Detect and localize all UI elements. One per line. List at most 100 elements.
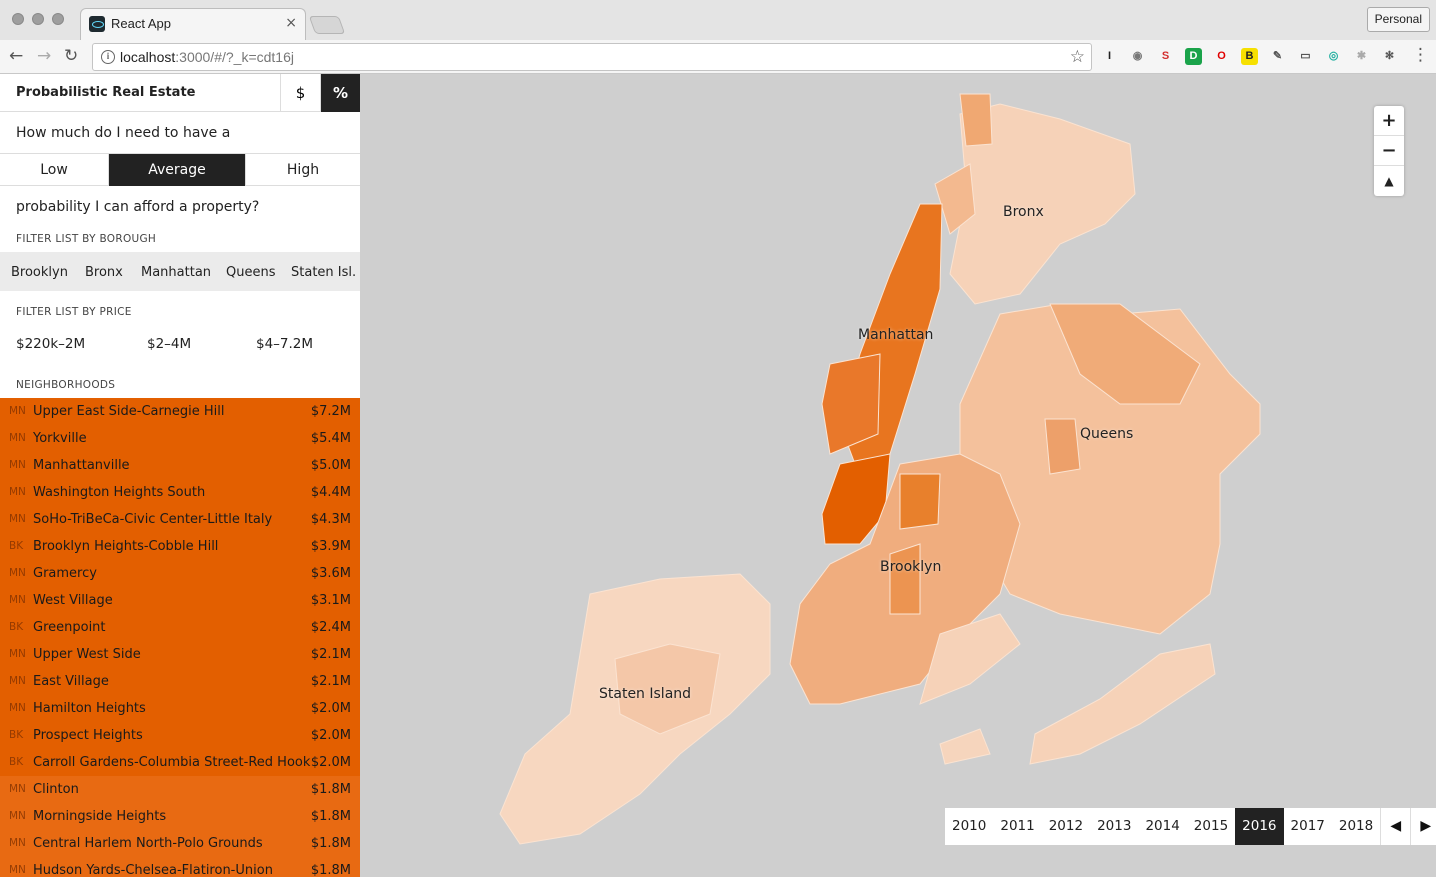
browser-tab[interactable]: React App × (80, 8, 306, 40)
compass-icon[interactable]: ▲ (1374, 166, 1404, 196)
close-window-button[interactable] (12, 13, 24, 25)
address-bar[interactable]: i localhost:3000/#/?_k=cdt16j ☆ (92, 43, 1092, 71)
previous-year-button[interactable]: ◀ (1380, 808, 1410, 845)
maximize-window-button[interactable] (52, 13, 64, 25)
map-region-bronx-north[interactable] (959, 93, 993, 147)
choropleth-map[interactable] (360, 74, 1436, 877)
level-average-button[interactable]: Average (109, 154, 246, 186)
neighborhood-borough: MN (9, 486, 26, 498)
extension-icon[interactable]: S (1157, 48, 1174, 65)
year-button[interactable]: 2014 (1138, 808, 1186, 845)
map-region-jfk[interactable] (939, 728, 991, 765)
extension-icon[interactable]: ◎ (1325, 48, 1342, 65)
neighborhood-row[interactable]: MN SoHo-TriBeCa-Civic Center-Little Italy… (0, 506, 360, 533)
borough-filter-bronx[interactable]: Bronx (85, 265, 123, 280)
sidebar: Probabilistic Real Estate $ % How much d… (0, 74, 360, 877)
reload-icon[interactable]: ↻ (64, 46, 78, 66)
neighborhood-borough: MN (9, 837, 26, 849)
year-button[interactable]: 2016 (1235, 808, 1284, 845)
next-year-button[interactable]: ▶ (1410, 808, 1436, 845)
neighborhood-value: $1.8M (310, 809, 351, 824)
url-text[interactable]: localhost:3000/#/?_k=cdt16j (120, 49, 294, 65)
year-button[interactable]: 2012 (1042, 808, 1090, 845)
profile-button[interactable]: Personal (1366, 7, 1430, 32)
neighborhood-borough: MN (9, 648, 26, 660)
year-button[interactable]: 2017 (1284, 808, 1332, 845)
map-region-brooklyn-north[interactable] (899, 473, 941, 530)
map-region-brooklyn-heights[interactable] (889, 543, 921, 615)
extension-icon[interactable]: I (1101, 48, 1118, 65)
neighborhood-borough: BK (9, 540, 24, 552)
neighborhood-row[interactable]: MN Gramercy $3.6M (0, 560, 360, 587)
back-arrow-icon[interactable]: ← (9, 46, 23, 66)
map-label-bronx: Bronx (1003, 204, 1044, 220)
neighborhood-name: Washington Heights South (33, 485, 206, 500)
price-filter-low[interactable]: $220k–2M (16, 336, 85, 352)
price-filter-high[interactable]: $4–7.2M (256, 336, 313, 352)
year-button[interactable]: 2015 (1187, 808, 1235, 845)
neighborhood-value: $1.8M (310, 782, 351, 797)
level-high-button[interactable]: High (246, 154, 360, 186)
extension-icon[interactable]: O (1213, 48, 1230, 65)
forward-arrow-icon[interactable]: → (37, 46, 51, 66)
neighborhood-row[interactable]: MN West Village $3.1M (0, 587, 360, 614)
year-button[interactable]: 2010 (945, 808, 993, 845)
price-filter-mid[interactable]: $2–4M (147, 336, 191, 352)
extension-icon[interactable]: ▭ (1297, 48, 1314, 65)
extension-icon[interactable]: ✱ (1353, 48, 1370, 65)
borough-filter-manhattan[interactable]: Manhattan (141, 265, 211, 280)
extension-icon[interactable]: ✎ (1269, 48, 1286, 65)
borough-filter-queens[interactable]: Queens (226, 265, 275, 280)
year-button[interactable]: 2018 (1332, 808, 1380, 845)
neighborhood-row[interactable]: MN Hamilton Heights $2.0M (0, 695, 360, 722)
tab-close-icon[interactable]: × (285, 15, 297, 31)
neighborhood-row[interactable]: MN Upper West Side $2.1M (0, 641, 360, 668)
neighborhood-row[interactable]: BK Greenpoint $2.4M (0, 614, 360, 641)
neighborhood-value: $5.0M (310, 458, 351, 473)
neighborhood-row[interactable]: MN Hudson Yards-Chelsea-Flatiron-Union $1.… (0, 857, 360, 877)
borough-filter: Brooklyn Bronx Manhattan Queens Staten I… (0, 252, 360, 291)
info-icon[interactable]: i (101, 50, 115, 64)
extension-icon[interactable]: D (1185, 48, 1202, 65)
neighborhood-row[interactable]: MN Upper East Side-Carnegie Hill $7.2M (0, 398, 360, 425)
browser-toolbar: ← → ↻ i localhost:3000/#/?_k=cdt16j ☆ I ◉… (0, 40, 1436, 74)
neighborhood-row[interactable]: BK Brooklyn Heights-Cobble Hill $3.9M (0, 533, 360, 560)
neighborhood-borough: MN (9, 459, 26, 471)
borough-filter-brooklyn[interactable]: Brooklyn (11, 265, 68, 280)
neighborhood-name: Central Harlem North-Polo Grounds (33, 836, 263, 851)
zoom-controls: + − ▲ (1374, 106, 1404, 196)
extension-icon[interactable]: ◉ (1129, 48, 1146, 65)
app-header: Probabilistic Real Estate $ % (0, 74, 360, 112)
neighborhood-row[interactable]: MN Manhattanville $5.0M (0, 452, 360, 479)
bookmark-star-icon[interactable]: ☆ (1070, 47, 1085, 67)
app-title: Probabilistic Real Estate (16, 85, 196, 100)
neighborhood-row[interactable]: MN East Village $2.1M (0, 668, 360, 695)
extension-icon[interactable]: ✻ (1381, 48, 1398, 65)
menu-icon[interactable]: ⋮ (1412, 45, 1429, 65)
neighborhood-row[interactable]: MN Central Harlem North-Polo Grounds $1.8M (0, 830, 360, 857)
neighborhood-borough: MN (9, 783, 26, 795)
borough-filter-staten-island[interactable]: Staten Isl. (291, 265, 356, 280)
year-button[interactable]: 2013 (1090, 808, 1138, 845)
neighborhood-row[interactable]: MN Clinton $1.8M (0, 776, 360, 803)
neighborhood-row[interactable]: MN Washington Heights South $4.4M (0, 479, 360, 506)
neighborhood-row[interactable]: BK Prospect Heights $2.0M (0, 722, 360, 749)
minimize-window-button[interactable] (32, 13, 44, 25)
neighborhood-row[interactable]: BK Carroll Gardens-Columbia Street-Red Ho… (0, 749, 360, 776)
dollar-unit-button[interactable]: $ (280, 74, 320, 112)
neighborhood-row[interactable]: MN Morningside Heights $1.8M (0, 803, 360, 830)
neighborhood-value: $3.1M (310, 593, 351, 608)
neighborhood-row[interactable]: MN Yorkville $5.4M (0, 425, 360, 452)
year-button[interactable]: 2011 (993, 808, 1041, 845)
map-view[interactable]: Bronx Manhattan Queens Brooklyn Staten I… (360, 74, 1436, 877)
percent-unit-button[interactable]: % (320, 74, 360, 112)
zoom-in-button[interactable]: + (1374, 106, 1404, 136)
extension-icon[interactable]: B (1241, 48, 1258, 65)
level-low-button[interactable]: Low (0, 154, 109, 186)
zoom-out-button[interactable]: − (1374, 136, 1404, 166)
new-tab-button[interactable] (308, 16, 346, 34)
neighborhood-borough: MN (9, 810, 26, 822)
map-region-rockaway[interactable] (1029, 643, 1216, 765)
tab-title: React App (111, 16, 171, 31)
map-region-queens-central[interactable] (1044, 418, 1081, 475)
